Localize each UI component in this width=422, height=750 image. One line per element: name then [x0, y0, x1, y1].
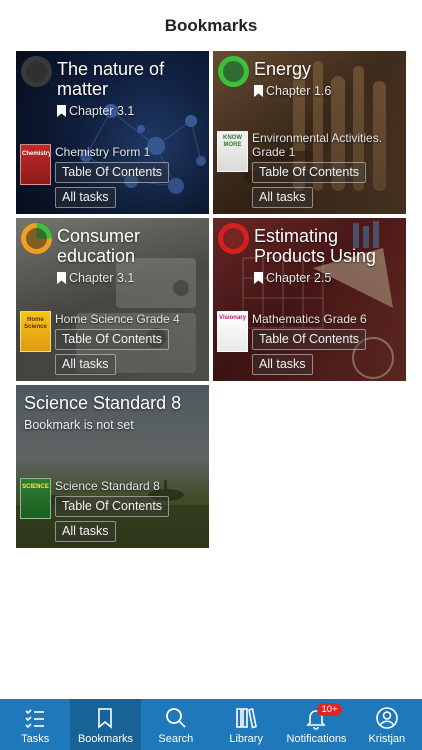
bookmark-icon — [254, 272, 263, 284]
all-tasks-button[interactable]: All tasks — [55, 521, 116, 542]
book-title: Environmental Activities. Grade 1 — [252, 131, 383, 159]
all-tasks-button[interactable]: All tasks — [252, 187, 313, 208]
bookmark-title: Estimating Products Using — [254, 226, 377, 266]
user-icon — [375, 707, 398, 729]
bottom-tab-bar: Tasks Bookmarks Search Library 10+ Notif… — [0, 699, 422, 750]
bookmark-card-estimating-products[interactable]: Estimating Products Using Chapter 2.5 Vi… — [213, 218, 406, 381]
tab-bookmarks[interactable]: Bookmarks — [70, 699, 141, 750]
bookmark-icon — [57, 105, 66, 117]
book-cover: Chemistry — [20, 144, 51, 185]
chapter-label: Chapter 2.5 — [254, 271, 331, 285]
chapter-label: Chapter 3.1 — [57, 104, 134, 118]
progress-ring — [218, 56, 249, 87]
table-of-contents-button[interactable]: Table Of Contents — [55, 162, 170, 183]
all-tasks-button[interactable]: All tasks — [55, 354, 116, 375]
chapter-label: Chapter 1.6 — [254, 84, 331, 98]
table-of-contents-button[interactable]: Table Of Contents — [252, 162, 367, 183]
chapter-label: Chapter 3.1 — [57, 271, 134, 285]
tab-notifications[interactable]: 10+ Notifications — [281, 699, 351, 750]
library-icon — [236, 707, 258, 729]
bookmark-title: Science Standard 8 — [24, 393, 182, 413]
notification-badge: 10+ — [317, 703, 342, 716]
progress-ring — [218, 223, 249, 254]
bookmark-title: Consumer education — [57, 226, 141, 266]
tab-tasks[interactable]: Tasks — [0, 699, 70, 750]
bookmark-icon — [98, 708, 113, 729]
book-cover: Visionary — [217, 311, 248, 352]
bookmark-card-nature-of-matter[interactable]: The nature of matter Chapter 3.1 Chemist… — [16, 51, 209, 214]
bookmark-icon — [254, 85, 263, 97]
header: Bookmarks — [0, 0, 422, 50]
bookmark-status: Bookmark is not set — [24, 418, 134, 432]
book-title: Mathematics Grade 6 — [252, 312, 367, 326]
book-cover: KNOW MORE — [217, 131, 248, 172]
book-title: Chemistry Form 1 — [55, 145, 151, 159]
bookmark-icon — [57, 272, 66, 284]
table-of-contents-button[interactable]: Table Of Contents — [55, 496, 170, 517]
book-cover: SCIENCE — [20, 478, 51, 519]
bookmark-card-consumer-education[interactable]: Consumer education Chapter 3.1 Home Scie… — [16, 218, 209, 381]
bookmark-title: Energy — [254, 59, 312, 79]
book-title: Home Science Grade 4 — [55, 312, 180, 326]
progress-ring — [21, 56, 52, 87]
tasks-icon — [25, 709, 45, 729]
all-tasks-button[interactable]: All tasks — [55, 187, 116, 208]
bookmark-card-energy[interactable]: Energy Chapter 1.6 KNOW MORE Environment… — [213, 51, 406, 214]
table-of-contents-button[interactable]: Table Of Contents — [55, 329, 170, 350]
progress-ring — [21, 223, 52, 254]
tab-profile[interactable]: Kristjan — [352, 699, 422, 750]
all-tasks-button[interactable]: All tasks — [252, 354, 313, 375]
book-title: Science Standard 8 — [55, 479, 160, 493]
table-of-contents-button[interactable]: Table Of Contents — [252, 329, 367, 350]
search-icon — [165, 708, 186, 728]
tab-library[interactable]: Library — [211, 699, 281, 750]
bookmark-card-science-standard-8[interactable]: Science Standard 8 Bookmark is not set S… — [16, 385, 209, 548]
bookmark-title: The nature of matter — [57, 59, 165, 99]
book-cover: Home Science — [20, 311, 51, 352]
page-title: Bookmarks — [164, 16, 258, 35]
tab-search[interactable]: Search — [141, 699, 211, 750]
